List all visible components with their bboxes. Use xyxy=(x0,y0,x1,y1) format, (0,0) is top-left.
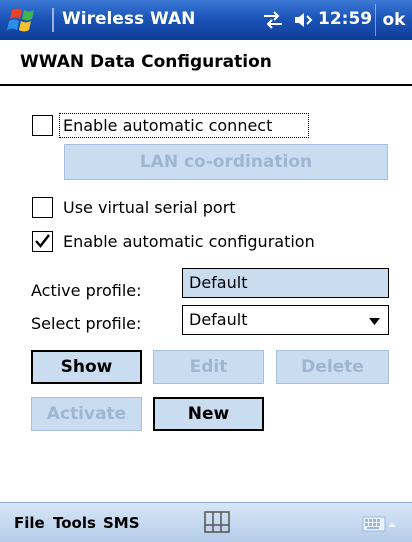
title-separator xyxy=(52,8,54,32)
active-profile-field: Default xyxy=(182,268,389,298)
title-bar: Wireless WAN 12:59 ok xyxy=(0,0,412,40)
clock[interactable]: 12:59 xyxy=(318,9,372,29)
delete-button[interactable]: Delete xyxy=(276,350,389,384)
edit-button[interactable]: Edit xyxy=(153,350,264,384)
active-profile-label: Active profile: xyxy=(31,281,142,300)
activate-button[interactable]: Activate xyxy=(31,397,142,431)
page-title: WWAN Data Configuration xyxy=(20,52,272,72)
virtual-serial-label[interactable]: Use virtual serial port xyxy=(63,198,236,217)
select-profile-label: Select profile: xyxy=(31,314,142,333)
menu-file[interactable]: File xyxy=(14,514,45,532)
keyboard-icon[interactable] xyxy=(362,515,396,535)
auto-connect-checkbox[interactable] xyxy=(32,115,53,136)
chevron-down-icon[interactable] xyxy=(369,318,380,325)
sip-icon[interactable] xyxy=(204,511,230,533)
virtual-serial-checkbox[interactable] xyxy=(32,197,53,218)
page-heading: WWAN Data Configuration xyxy=(0,40,412,86)
windows-start-icon[interactable] xyxy=(6,6,44,34)
auto-config-label[interactable]: Enable automatic configuration xyxy=(63,232,315,251)
ok-button[interactable]: ok xyxy=(375,4,412,36)
auto-config-checkbox[interactable] xyxy=(32,231,53,252)
app-title: Wireless WAN xyxy=(62,9,196,29)
new-button[interactable]: New xyxy=(153,397,264,431)
checkmark-icon xyxy=(35,234,50,248)
select-profile-dropdown[interactable]: Default xyxy=(182,305,389,335)
active-profile-value: Default xyxy=(189,273,248,292)
auto-connect-label[interactable]: Enable automatic connect xyxy=(63,116,272,135)
volume-icon[interactable] xyxy=(292,10,316,30)
menu-tools[interactable]: Tools xyxy=(53,514,96,532)
show-button[interactable]: Show xyxy=(31,350,142,384)
menu-sms[interactable]: SMS xyxy=(103,514,140,532)
connectivity-icon[interactable] xyxy=(262,11,284,29)
select-profile-value: Default xyxy=(189,310,248,329)
lan-coordination-button[interactable]: LAN co-ordination xyxy=(64,144,388,180)
menu-bar: File Tools SMS xyxy=(0,502,412,542)
